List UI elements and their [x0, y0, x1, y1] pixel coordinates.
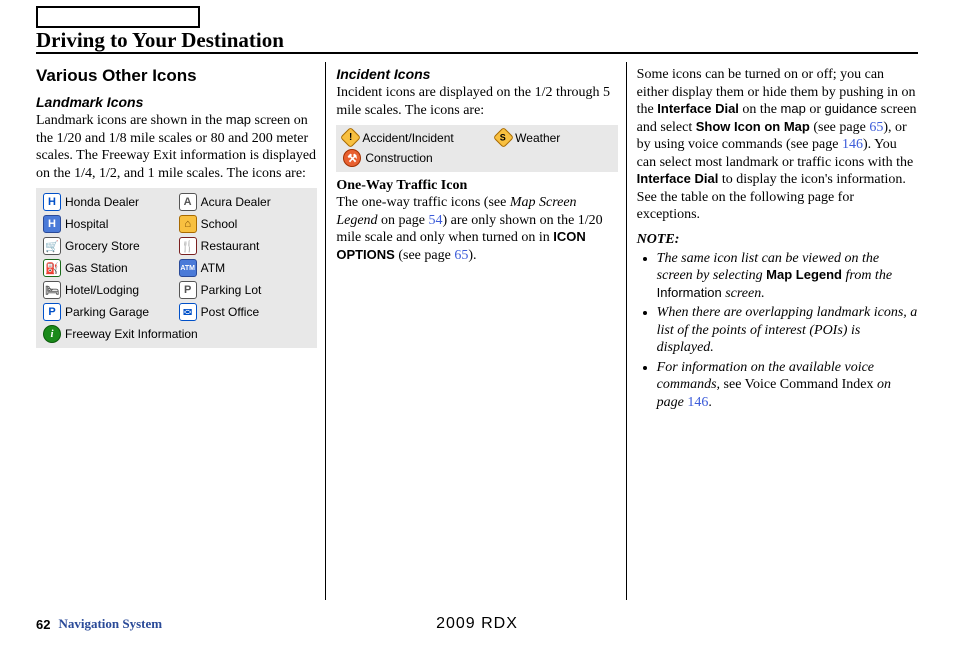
heading-one-way: One-Way Traffic Icon [336, 178, 617, 194]
text-interface-dial: Interface Dial [657, 101, 739, 116]
icon-row: H Hospital [43, 215, 175, 233]
weather-icon: S [493, 127, 514, 148]
icon-row: P Parking Garage [43, 303, 175, 321]
icon-row: 🛏 Hotel/Lodging [43, 281, 175, 299]
column-1: Various Other Icons Landmark Icons Landm… [36, 62, 325, 600]
text-guidance: guidance [825, 101, 878, 116]
icon-row: 🍴 Restaurant [179, 237, 311, 255]
gas-icon: ⛽ [43, 259, 61, 277]
column-2: Incident Icons Incident icons are displa… [325, 62, 626, 600]
icon-row: ⛽ Gas Station [43, 259, 175, 277]
text: on the [739, 102, 781, 117]
icon-row: ⌂ School [179, 215, 311, 233]
icon-label: Construction [365, 151, 432, 165]
icon-row: P Parking Lot [179, 281, 311, 299]
acura-dealer-icon: A [179, 193, 197, 211]
parking-garage-icon: P [43, 303, 61, 321]
icon-label: Hospital [65, 217, 108, 231]
atm-icon: ATM [179, 259, 197, 277]
text: screen. [722, 286, 765, 301]
icon-row: A Acura Dealer [179, 193, 311, 211]
icon-label: Hotel/Lodging [65, 283, 139, 297]
construction-icon: ⚒ [343, 149, 361, 167]
hotel-icon: 🛏 [43, 281, 61, 299]
icon-label: Parking Lot [201, 283, 262, 297]
text: Landmark icons are shown in the [36, 113, 226, 128]
vehicle-label: 2009 RDX [436, 615, 518, 633]
text: ). [468, 248, 476, 263]
landmark-body: Landmark icons are shown in the map scre… [36, 112, 317, 182]
text: on page [378, 213, 429, 228]
icon-label: Acura Dealer [201, 195, 271, 209]
icon-row: SWeather [496, 130, 611, 145]
text: . [708, 395, 712, 410]
footer: 62 Navigation System 2009 RDX [36, 616, 918, 632]
honda-dealer-icon: H [43, 193, 61, 211]
icon-label: Grocery Store [65, 239, 140, 253]
icon-label: School [201, 217, 238, 231]
text-interface-dial-2: Interface Dial [637, 171, 719, 186]
top-empty-box [36, 6, 200, 28]
text: (see page [810, 120, 869, 135]
icon-label: Weather [515, 131, 560, 145]
hospital-icon: H [43, 215, 61, 233]
icon-row: ✉ Post Office [179, 303, 311, 321]
note-list: The same icon list can be viewed on the … [637, 250, 918, 412]
text-information: Information [657, 285, 722, 300]
page-ref-65: 65 [454, 248, 468, 263]
text: The one-way traffic icons (see [336, 195, 510, 210]
grocery-icon: 🛒 [43, 237, 61, 255]
icon-label: Accident/Incident [362, 131, 453, 145]
text: or [806, 102, 825, 117]
icon-label: Parking Garage [65, 305, 149, 319]
heading-incident-icons: Incident Icons [336, 66, 617, 82]
page-ref-65b: 65 [869, 120, 883, 135]
parking-lot-icon: P [179, 281, 197, 299]
icon-row: ATM ATM [179, 259, 311, 277]
text-show-icon: Show Icon on Map [696, 119, 810, 134]
icon-row: H Honda Dealer [43, 193, 175, 211]
note-2: When there are overlapping landmark icon… [657, 304, 918, 357]
icon-row: 🛒 Grocery Store [43, 237, 175, 255]
incident-body: Incident icons are displayed on the 1/2 … [336, 84, 617, 119]
note-1: The same icon list can be viewed on the … [657, 250, 918, 303]
footer-label: Navigation System [58, 616, 162, 632]
heading-landmark-icons: Landmark Icons [36, 94, 317, 110]
column-3: Some icons can be turned on or off; you … [627, 62, 918, 600]
icon-label: Freeway Exit Information [65, 327, 198, 341]
title-rule [36, 52, 918, 54]
icon-label: Honda Dealer [65, 195, 139, 209]
page-title: Driving to Your Destination [36, 28, 284, 53]
page-ref-146: 146 [842, 137, 863, 152]
section-various-other-icons: Various Other Icons [36, 66, 317, 86]
incident-icon-table: !Accident/IncidentSWeather⚒Construction [336, 125, 617, 172]
freeway-exit-icon: i [43, 325, 61, 343]
page-ref-54: 54 [428, 213, 442, 228]
school-icon: ⌂ [179, 215, 197, 233]
restaurant-icon: 🍴 [179, 237, 197, 255]
icon-row: i Freeway Exit Information [43, 325, 310, 343]
icon-label: Restaurant [201, 239, 260, 253]
columns: Various Other Icons Landmark Icons Landm… [36, 62, 918, 600]
icon-label: ATM [201, 261, 225, 275]
text-map: map [226, 112, 251, 127]
one-way-body: The one-way traffic icons (see Map Scree… [336, 194, 617, 264]
icon-row: !Accident/Incident [343, 130, 492, 145]
note-3: For information on the available voice c… [657, 359, 918, 412]
page-number: 62 [36, 617, 50, 632]
icon-label: Gas Station [65, 261, 128, 275]
icon-label: Post Office [201, 305, 259, 319]
text: (see page [395, 248, 454, 263]
text-map-legend: Map Legend [766, 267, 842, 282]
text-voice-cmd: see Voice Command Index [724, 377, 874, 392]
note-label: NOTE: [637, 232, 918, 248]
text: from the [842, 268, 892, 283]
page-ref-146b: 146 [687, 395, 708, 410]
col3-body: Some icons can be turned on or off; you … [637, 66, 918, 224]
post-office-icon: ✉ [179, 303, 197, 321]
text-map: map [781, 101, 806, 116]
accident-icon: ! [340, 127, 361, 148]
landmark-icon-table: H Honda Dealer A Acura Dealer H Hospital ⌂ Scho… [36, 188, 317, 348]
icon-row: ⚒ Construction [343, 149, 492, 167]
